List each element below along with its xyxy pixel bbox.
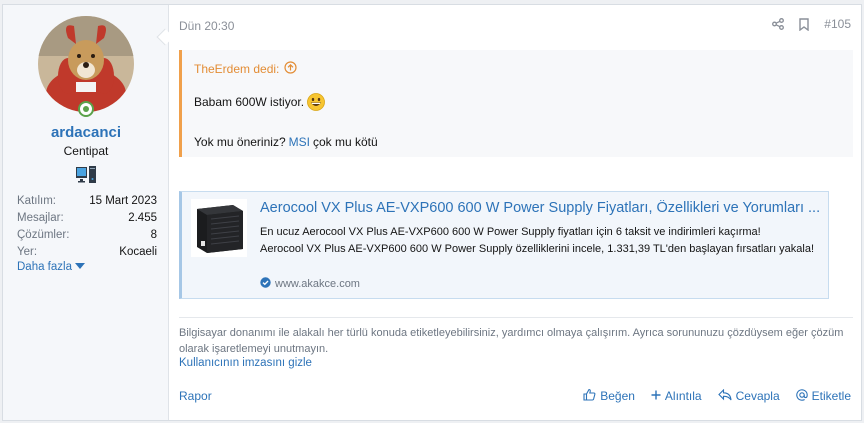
quote-text: çok mu kötü xyxy=(312,135,378,149)
stat-row-solutions: Çözümler: 8 xyxy=(17,227,157,244)
verified-check-icon xyxy=(260,277,271,291)
quote-button[interactable]: Alıntıla xyxy=(651,388,702,404)
post-container: ardacanci Centipat Katılım: 15 Mart 2023… xyxy=(2,4,862,421)
quote-line: Yok mu öneriniz? MSI çok mu kötü xyxy=(194,132,378,152)
post-actions: Beğen Alıntıla Cevapla Etiketle xyxy=(583,388,851,404)
msi-link[interactable]: MSI xyxy=(289,132,310,152)
quote-author[interactable]: TheErdem dedi: xyxy=(194,62,279,76)
stat-row-joined: Katılım: 15 Mart 2023 xyxy=(17,193,157,210)
preview-source[interactable]: www.akakce.com xyxy=(260,277,360,291)
quote-label: Alıntıla xyxy=(664,389,702,403)
signature-text: Bilgisayar donanımı ile alakalı her türl… xyxy=(179,327,844,355)
stat-label: Mesajlar: xyxy=(17,212,64,224)
preview-source-domain[interactable]: www.akakce.com xyxy=(275,278,360,290)
preview-description-line: En ucuz Aerocool VX Plus AE-VXP600 600 W… xyxy=(260,226,761,238)
preview-description: En ucuz Aerocool VX Plus AE-VXP600 600 W… xyxy=(260,224,820,258)
reply-icon xyxy=(717,388,732,404)
quote-line: Babam 600W istiyor. xyxy=(194,92,378,112)
chevron-down-icon xyxy=(74,263,85,269)
stat-label: Çözümler: xyxy=(17,229,70,241)
stat-value: 15 Mart 2023 xyxy=(89,195,157,207)
more-info-label: Daha fazla xyxy=(17,261,72,273)
report-link[interactable]: Rapor xyxy=(179,389,212,403)
tag-button[interactable]: Etiketle xyxy=(795,388,851,404)
preview-description-line: Aerocool VX Plus AE-VXP600 600 W Power S… xyxy=(260,243,815,255)
share-icon[interactable] xyxy=(772,18,785,30)
product-image[interactable] xyxy=(191,199,247,257)
stat-row-messages: Mesajlar: 2.455 xyxy=(17,210,157,227)
user-stats: Katılım: 15 Mart 2023 Mesajlar: 2.455 Çö… xyxy=(17,193,157,261)
username[interactable]: ardacanci xyxy=(3,124,169,141)
quote-header[interactable]: TheErdem dedi: xyxy=(194,61,297,77)
at-sign-icon xyxy=(795,388,808,404)
signature-divider xyxy=(179,317,853,318)
user-panel: ardacanci Centipat Katılım: 15 Mart 2023… xyxy=(3,5,169,420)
more-info-toggle[interactable]: Daha fazla xyxy=(17,261,85,273)
link-preview[interactable]: Aerocool VX Plus AE-VXP600 600 W Power S… xyxy=(179,191,829,299)
quote-text: Babam 600W istiyor. xyxy=(194,95,305,109)
quote-body: Babam 600W istiyor. Yok mu öneriniz? MSI… xyxy=(194,92,378,152)
computer-icon[interactable] xyxy=(75,165,97,185)
arrow-up-circle-icon[interactable] xyxy=(284,61,297,77)
stat-value: 2.455 xyxy=(128,212,157,224)
post-date[interactable]: Dün 20:30 xyxy=(179,19,234,33)
stat-label: Katılım: xyxy=(17,195,56,207)
tag-label: Etiketle xyxy=(811,389,851,403)
bookmark-icon[interactable] xyxy=(799,17,809,31)
preview-title[interactable]: Aerocool VX Plus AE-VXP600 600 W Power S… xyxy=(260,200,820,216)
post-number[interactable]: #105 xyxy=(824,17,851,31)
plus-icon xyxy=(651,389,661,403)
reply-label: Cevapla xyxy=(735,389,780,403)
reply-button[interactable]: Cevapla xyxy=(717,388,780,404)
hide-signature-link[interactable]: Kullanıcının imzasını gizle xyxy=(179,357,312,369)
quote-block: TheErdem dedi: Babam 600W istiyor. Yok m… xyxy=(179,50,853,157)
stat-value: Kocaeli xyxy=(119,246,157,258)
user-title: Centipat xyxy=(63,144,109,158)
stat-row-location: Yer: Kocaeli xyxy=(17,244,157,261)
avatar[interactable] xyxy=(38,16,134,112)
like-label: Beğen xyxy=(600,389,635,403)
like-button[interactable]: Beğen xyxy=(583,388,635,404)
grin-emoji-icon xyxy=(307,93,325,111)
online-status-icon xyxy=(78,101,94,117)
quote-text: Yok mu öneriniz? xyxy=(194,135,286,149)
stat-label: Yer: xyxy=(17,246,38,258)
post-tools: #105 xyxy=(772,17,851,31)
stat-value: 8 xyxy=(150,229,157,241)
thumbs-up-icon xyxy=(583,388,596,404)
